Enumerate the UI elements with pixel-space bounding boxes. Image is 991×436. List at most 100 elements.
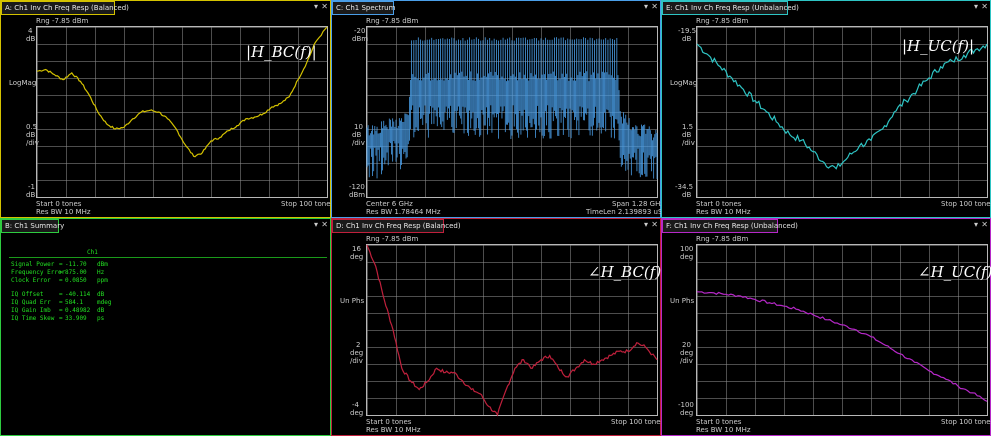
summary-row-value: -40.114	[65, 291, 91, 298]
summary-row-equals: =	[59, 261, 63, 268]
res-bw-label: Res BW 10 MHz	[696, 208, 751, 216]
range-label: Rng -7.85 dBm	[36, 17, 89, 25]
math-label: |H_UC(f)|	[902, 37, 975, 55]
panel-a-tab[interactable]: A: Ch1 Inv Ch Freq Resp (Balanced)	[1, 1, 129, 15]
y-scale-div: /div	[680, 357, 693, 365]
trace-line	[697, 44, 987, 169]
y-top-unit: deg	[350, 253, 364, 261]
panel-e: E: Ch1 Inv Ch Freq Resp (Unbalanced) ▾ ✕…	[661, 0, 991, 218]
summary-row-unit: mdeg	[97, 299, 112, 306]
y-scale-unit: deg	[680, 349, 694, 357]
close-icon[interactable]: ✕	[981, 220, 988, 230]
close-icon[interactable]: ✕	[981, 2, 988, 12]
x-stop-label: Stop 100 tones	[281, 200, 335, 208]
close-icon[interactable]: ✕	[651, 220, 658, 230]
y-scale-value: 20	[682, 341, 691, 349]
summary-row-value: -11.70	[65, 261, 87, 268]
summary-row-value: 33.909	[65, 315, 87, 322]
panel-b: B: Ch1 Summary ▾ ✕ Ch1 Signal Power -11.7…	[0, 218, 331, 436]
math-label: ∠H_UC(f)	[918, 263, 991, 281]
y-top-unit: dB	[26, 35, 36, 43]
y-scale-div: /div	[352, 139, 365, 147]
summary-row-unit: dB	[97, 291, 105, 298]
summary-row-unit: ps	[97, 315, 105, 322]
dropdown-arrow-icon[interactable]: ▾	[974, 2, 978, 12]
summary-row-equals: =	[59, 315, 63, 322]
y-bottom-unit: deg	[680, 409, 694, 417]
res-bw-label: Res BW 10 MHz	[366, 426, 421, 434]
span-label: Span 1.28 GHz	[612, 200, 665, 208]
dropdown-arrow-icon[interactable]: ▾	[314, 220, 318, 230]
summary-row-value: 0.0850	[65, 277, 87, 284]
y-scale-div: /div	[350, 357, 363, 365]
panel-e-tab[interactable]: E: Ch1 Inv Ch Freq Resp (Unbalanced)	[662, 1, 799, 15]
panel-d-tab[interactable]: D: Ch1 Inv Ch Freq Resp (Balanced)	[332, 219, 461, 233]
trace-line	[697, 292, 987, 402]
res-bw-label: Res BW 10 MHz	[36, 208, 91, 216]
panel-f: F: Ch1 Inv Ch Freq Resp (Unbalanced) ▾ ✕…	[661, 218, 991, 436]
y-top-value: 100	[680, 245, 694, 253]
timelen-label: TimeLen 2.139893 uSec	[586, 208, 671, 216]
summary-row-unit: Hz	[97, 269, 105, 276]
close-icon[interactable]: ✕	[651, 2, 658, 12]
plot-area[interactable]	[366, 26, 658, 198]
panel-c: C: Ch1 Spectrum ▾ ✕ Rng -7.85 dBm -20 dB…	[331, 0, 671, 218]
panel-c-tab[interactable]: C: Ch1 Spectrum	[332, 1, 395, 15]
summary-row-equals: =	[59, 291, 63, 298]
range-label: Rng -7.85 dBm	[366, 17, 419, 25]
y-bottom-unit: deg	[350, 409, 364, 417]
y-top-value: -19.5	[678, 27, 697, 35]
y-mode-label: Un Phs	[340, 297, 365, 305]
range-label: Rng -7.85 dBm	[696, 17, 749, 25]
summary-row-value: 584.1	[65, 299, 84, 306]
x-stop-label: Stop 100 tones	[611, 418, 665, 426]
y-scale-unit: deg	[350, 349, 364, 357]
y-scale-unit: dB	[682, 131, 692, 139]
close-icon[interactable]: ✕	[321, 220, 328, 230]
panel-d: D: Ch1 Inv Ch Freq Resp (Balanced) ▾ ✕ R…	[331, 218, 665, 436]
summary-row-name: Frequency Error	[11, 269, 66, 276]
close-icon[interactable]: ✕	[321, 2, 328, 12]
y-top-unit: dB	[682, 35, 692, 43]
summary-row-value: 0.48982	[65, 307, 91, 314]
x-start-label: Start 0 tones	[366, 418, 412, 426]
summary-row-name: IQ Time Skew	[11, 315, 55, 322]
x-stop-label: Stop 100 tones	[941, 200, 991, 208]
res-bw-label: Res BW 1.78464 MHz	[366, 208, 441, 216]
summary-row-name: Signal Power	[11, 261, 55, 268]
spectrum-trace	[367, 27, 657, 197]
x-start-label: Start 0 tones	[696, 200, 742, 208]
panel-a: A: Ch1 Inv Ch Freq Resp (Balanced) ▾ ✕ R…	[0, 0, 335, 218]
dropdown-arrow-icon[interactable]: ▾	[644, 2, 648, 12]
y-top-value: 4	[28, 27, 33, 35]
dropdown-arrow-icon[interactable]: ▾	[314, 2, 318, 12]
y-top-value: -20	[354, 27, 366, 35]
summary-row-name: IQ Gain Imb	[11, 307, 51, 314]
summary-divider	[9, 257, 327, 258]
res-bw-label: Res BW 10 MHz	[696, 426, 751, 434]
y-scale-value: 10	[354, 123, 363, 131]
summary-row-equals: =	[59, 269, 63, 276]
panel-b-tab[interactable]: B: Ch1 Summary	[1, 219, 64, 233]
summary-row-value: 875.00	[65, 269, 87, 276]
y-top-unit: deg	[680, 253, 694, 261]
dropdown-arrow-icon[interactable]: ▾	[974, 220, 978, 230]
summary-row-equals: =	[59, 307, 63, 314]
center-label: Center 6 GHz	[366, 200, 413, 208]
y-bottom-value: -120	[349, 183, 365, 191]
summary-row-name: Clock Error	[11, 277, 51, 284]
math-label: |H_BC(f)|	[246, 43, 317, 61]
y-bottom-value: -4	[352, 401, 359, 409]
y-mode-label: Un Phs	[670, 297, 695, 305]
y-bottom-value: -34.5	[675, 183, 694, 191]
summary-row-equals: =	[59, 299, 63, 306]
y-scale-div: /div	[682, 139, 695, 147]
range-label: Rng -7.85 dBm	[696, 235, 749, 243]
y-scale-unit: dB	[26, 131, 36, 139]
y-scale-value: 2	[356, 341, 361, 349]
panel-f-tab[interactable]: F: Ch1 Inv Ch Freq Resp (Unbalanced)	[662, 219, 798, 233]
y-mode-label: LogMag	[9, 79, 37, 87]
dropdown-arrow-icon[interactable]: ▾	[644, 220, 648, 230]
x-start-label: Start 0 tones	[36, 200, 82, 208]
y-scale-unit: dB	[352, 131, 362, 139]
